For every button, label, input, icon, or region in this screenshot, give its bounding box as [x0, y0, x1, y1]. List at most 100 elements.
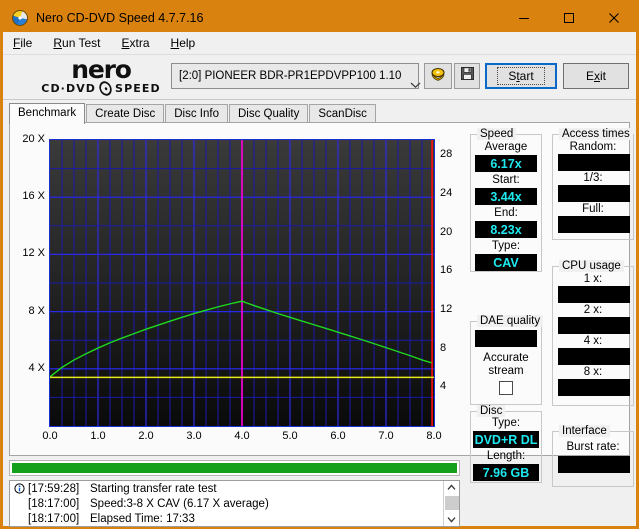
- tab-label: Disc Quality: [238, 108, 300, 120]
- log-timestamp: [18:17:00]: [28, 497, 80, 510]
- panel-cpu-usage: CPU usage 1 x: 2 x: 4 x: 8 x:: [552, 260, 634, 406]
- start-button-label: Start: [497, 67, 545, 85]
- log-row: [17:59:28] Starting transfer rate test: [10, 481, 440, 496]
- y-tick-right: 4: [440, 380, 447, 393]
- log-row: [18:17:00] Speed:3-8 X CAV (6.17 X averag…: [10, 496, 440, 511]
- log-message: Elapsed Time: 17:33: [90, 512, 195, 525]
- menu-item-file[interactable]: File: [3, 33, 43, 53]
- menu-bar: File Run Test Extra Help: [3, 32, 636, 55]
- disc-type-value: DVD+R DL: [473, 431, 539, 448]
- cpu-2x-label: 2 x:: [583, 304, 603, 316]
- cpu-1x-value: [558, 286, 630, 303]
- disc-glyph-icon: [97, 79, 115, 98]
- y-tick-right: 24: [440, 187, 453, 200]
- maximize-icon[interactable]: [546, 3, 591, 32]
- disc-type-label: Type:: [491, 417, 521, 429]
- cpu-4x-label: 4 x:: [583, 335, 603, 347]
- access-one-third-label: 1/3:: [583, 172, 603, 184]
- cpu-1x-label: 1 x:: [583, 273, 603, 285]
- x-tick: 6.0: [330, 430, 346, 442]
- scroll-down-icon[interactable]: [444, 513, 458, 526]
- speed-type-value: CAV: [475, 254, 537, 271]
- close-icon[interactable]: [591, 3, 636, 32]
- y-tick-left: 12 X: [22, 247, 45, 260]
- chart-plot-area: [49, 139, 435, 427]
- panel-title: Disc: [477, 405, 506, 417]
- menu-item-help[interactable]: Help: [161, 33, 207, 53]
- disc-length-value: 7.96 GB: [473, 464, 539, 481]
- log-scrollbar[interactable]: [443, 481, 459, 526]
- dae-quality-value: [475, 330, 537, 347]
- x-tick: 7.0: [378, 430, 394, 442]
- application-window: Nero CD-DVD Speed 4.7.7.16 File Run Test E…: [0, 0, 639, 529]
- info-icon: [10, 483, 28, 494]
- floppy-disk-icon: [460, 66, 475, 86]
- eject-button[interactable]: [424, 63, 452, 89]
- speed-end-value: 8.23x: [475, 221, 537, 238]
- panel-dae-quality: DAE quality Accurate stream: [470, 315, 544, 405]
- y-tick-right: 16: [440, 264, 453, 277]
- cpu-2x-value: [558, 317, 630, 334]
- tab-disc-quality[interactable]: Disc Quality: [229, 104, 309, 123]
- x-tick: 5.0: [282, 430, 298, 442]
- x-tick: 4.0: [234, 430, 250, 442]
- exit-button[interactable]: Exit: [563, 63, 629, 89]
- y-tick-left: 4 X: [28, 361, 45, 374]
- tab-benchmark[interactable]: Benchmark: [9, 103, 86, 124]
- disc-length-label: Length:: [486, 450, 526, 462]
- tab-scandisc[interactable]: ScanDisc: [309, 104, 376, 123]
- panel-title: DAE quality: [477, 315, 544, 327]
- tab-label: Create Disc: [95, 108, 156, 120]
- panel-title: Access times: [559, 128, 633, 140]
- scroll-up-icon[interactable]: [444, 481, 459, 494]
- tab-create-disc[interactable]: Create Disc: [86, 104, 165, 123]
- accurate-stream-checkbox[interactable]: [499, 381, 513, 395]
- save-button[interactable]: [454, 63, 480, 89]
- speed-type-label: Type:: [491, 240, 521, 252]
- tab-bar: Benchmark Create Disc Disc Info Disc Qualit…: [9, 103, 377, 124]
- log-row: [18:17:00] Elapsed Time: 17:33: [10, 511, 440, 526]
- logo-tagline: CD·DVD SPEED: [41, 79, 160, 98]
- x-tick: 3.0: [186, 430, 202, 442]
- scrollbar-thumb[interactable]: [445, 496, 459, 510]
- panel-disc: Disc Type: DVD+R DL Length: 7.96 GB: [470, 405, 542, 483]
- speed-average-value: 6.17x: [475, 155, 537, 172]
- menu-item-run-test[interactable]: Run Test: [43, 33, 111, 53]
- x-tick: 8.0: [426, 430, 442, 442]
- speed-start-label: Start:: [492, 174, 520, 186]
- access-full-value: [558, 216, 630, 233]
- speed-end-label: End:: [494, 207, 518, 219]
- logo-wordmark: nero: [71, 55, 132, 84]
- cpu-8x-value: [558, 379, 630, 396]
- cpu-4x-value: [558, 348, 630, 365]
- drive-select-value: [2:0] PIONEER BDR-PR1EPDVPP100 1.10: [179, 70, 402, 82]
- drive-select[interactable]: [2:0] PIONEER BDR-PR1EPDVPP100 1.10: [171, 63, 421, 89]
- window-controls: [501, 3, 636, 32]
- y-tick-right: 28: [440, 148, 453, 161]
- burst-rate-label: Burst rate:: [566, 441, 620, 453]
- accurate-stream-label-line2: stream: [488, 365, 524, 377]
- tab-label: Benchmark: [18, 107, 77, 119]
- speed-average-label: Average: [484, 141, 528, 153]
- log-message: Starting transfer rate test: [90, 482, 217, 495]
- access-random-value: [558, 154, 630, 171]
- nero-logo: nero CD·DVD SPEED: [31, 55, 171, 99]
- progress-bar-fill: [12, 463, 457, 473]
- x-tick: 2.0: [138, 430, 154, 442]
- chart-svg: [49, 140, 434, 426]
- y-tick-right: 20: [440, 225, 453, 238]
- benchmark-chart: 20 X 16 X 12 X 8 X 4 X 28 24 20 16 12 8 4 0.0 1.0 2.…: [9, 122, 465, 456]
- start-button[interactable]: Start: [485, 63, 557, 89]
- tab-disc-info[interactable]: Disc Info: [165, 104, 228, 123]
- log-message: Speed:3-8 X CAV (6.17 X average): [90, 497, 269, 510]
- tab-label: ScanDisc: [318, 108, 367, 120]
- title-bar: Nero CD-DVD Speed 4.7.7.16: [3, 3, 636, 32]
- menu-item-extra[interactable]: Extra: [112, 33, 161, 53]
- y-tick-right: 8: [440, 341, 447, 354]
- burst-rate-value: [558, 456, 630, 473]
- log-panel: [17:59:28] Starting transfer rate test [18…: [9, 480, 460, 527]
- tab-label: Disc Info: [174, 108, 219, 120]
- minimize-icon[interactable]: [501, 3, 546, 32]
- accurate-stream-label-line1: Accurate: [483, 352, 529, 364]
- panel-speed: Speed Average 6.17x Start: 3.44x End: 8.23x Typ…: [470, 128, 542, 272]
